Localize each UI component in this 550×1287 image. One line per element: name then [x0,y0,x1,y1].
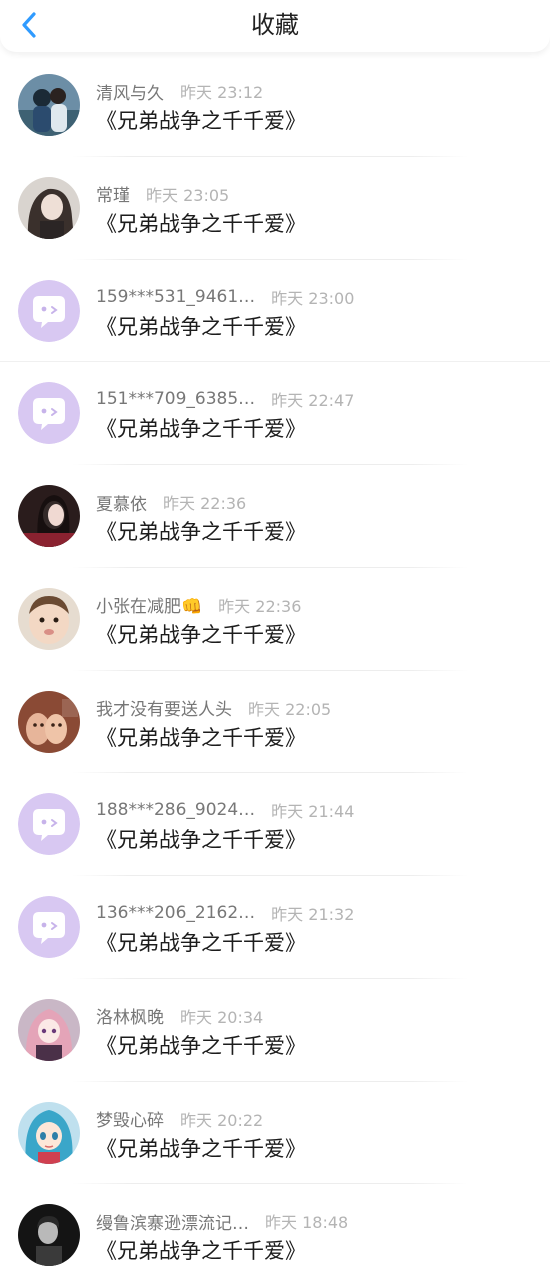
favorites-list: 清风与久 昨天 23:12 《兄弟战争之千千爱》 常瑾 昨天 23:05 《兄弟… [0,54,550,1280]
favorite-title: 《兄弟战争之千千爱》 [96,1239,306,1264]
list-item[interactable]: 洛林枫晚 昨天 20:34 《兄弟战争之千千爱》 [0,979,550,1082]
list-item[interactable]: 151***709_6385… 昨天 22:47 《兄弟战争之千千爱》 [0,362,550,465]
timestamp: 昨天 20:22 [180,1110,264,1130]
user-name: 夏慕依 [96,494,147,515]
list-item[interactable]: 夏慕依 昨天 22:36 《兄弟战争之千千爱》 [0,465,550,568]
user-avatar[interactable] [18,176,80,239]
timestamp: 昨天 22:05 [248,699,332,719]
default-avatar-icon[interactable] [18,793,80,856]
favorite-title: 《兄弟战争之千千爱》 [96,828,306,853]
favorite-title: 《兄弟战争之千千爱》 [96,314,306,339]
list-item[interactable]: 我才没有要送人头 昨天 22:05 《兄弟战争之千千爱》 [0,671,550,774]
timestamp: 昨天 23:12 [180,83,264,102]
list-item[interactable]: 清风与久 昨天 23:12 《兄弟战争之千千爱》 [0,54,550,157]
user-name: 我才没有要送人头 [96,700,232,720]
user-avatar[interactable] [18,74,80,136]
favorite-title: 《兄弟战争之千千爱》 [96,1136,306,1161]
favorite-title: 《兄弟战争之千千爱》 [96,417,306,442]
favorite-title: 《兄弟战争之千千爱》 [96,725,306,750]
user-avatar[interactable] [18,485,80,547]
favorite-title: 《兄弟战争之千千爱》 [96,1033,306,1058]
user-name: 159***531_9461… [96,286,256,307]
timestamp: 昨天 23:00 [271,288,355,308]
user-name: 151***709_6385… [96,389,256,410]
timestamp: 昨天 21:32 [271,905,355,924]
page-title: 收藏 [251,11,299,39]
user-name: 小张在减肥👊 [96,597,203,618]
user-avatar[interactable] [18,1204,80,1267]
favorite-title: 《兄弟战争之千千爱》 [96,931,306,955]
timestamp: 昨天 22:36 [218,596,302,616]
favorite-title: 《兄弟战争之千千爱》 [96,520,306,544]
list-item[interactable]: 136***206_2162… 昨天 21:32 《兄弟战争之千千爱》 [0,876,550,979]
list-item[interactable]: 常瑾 昨天 23:05 《兄弟战争之千千爱》 [0,157,550,260]
default-avatar-icon[interactable] [18,279,80,342]
user-name: 188***286_9024… [96,800,256,821]
list-item[interactable]: 缦鲁滨寨逊漂流记… 昨天 18:48 《兄弟战争之千千爱》 [0,1184,550,1287]
user-avatar[interactable] [18,998,80,1061]
list-item[interactable]: 小张在减肥👊 昨天 22:36 《兄弟战争之千千爱》 [0,568,550,671]
user-avatar[interactable] [18,1101,80,1164]
user-avatar[interactable] [18,690,80,753]
user-name: 洛林枫晚 [96,1008,164,1029]
timestamp: 昨天 18:48 [265,1213,349,1233]
default-avatar-icon[interactable] [18,382,80,445]
timestamp: 昨天 22:47 [271,391,355,411]
list-item[interactable]: 188***286_9024… 昨天 21:44 《兄弟战争之千千爱》 [0,773,550,876]
user-name: 梦毁心碎 [96,1111,164,1131]
timestamp: 昨天 21:44 [271,802,355,822]
favorite-title: 《兄弟战争之千千爱》 [96,211,306,236]
timestamp: 昨天 22:36 [163,494,247,513]
user-name: 136***206_2162… [96,903,256,923]
user-name: 清风与久 [96,83,164,104]
list-item[interactable]: 159***531_9461… 昨天 23:00 《兄弟战争之千千爱》 [0,260,550,363]
user-name: 常瑾 [96,186,130,207]
list-item[interactable]: 梦毁心碎 昨天 20:22 《兄弟战争之千千爱》 [0,1082,550,1185]
user-avatar[interactable] [18,587,80,650]
timestamp: 昨天 23:05 [146,185,230,205]
timestamp: 昨天 20:34 [180,1007,264,1027]
favorite-title: 《兄弟战争之千千爱》 [96,109,306,133]
top-nav-bar: 收藏 [0,0,550,52]
favorite-title: 《兄弟战争之千千爱》 [96,622,306,647]
default-avatar-icon[interactable] [18,896,80,958]
user-name: 缦鲁滨寨逊漂流记… [96,1213,249,1234]
